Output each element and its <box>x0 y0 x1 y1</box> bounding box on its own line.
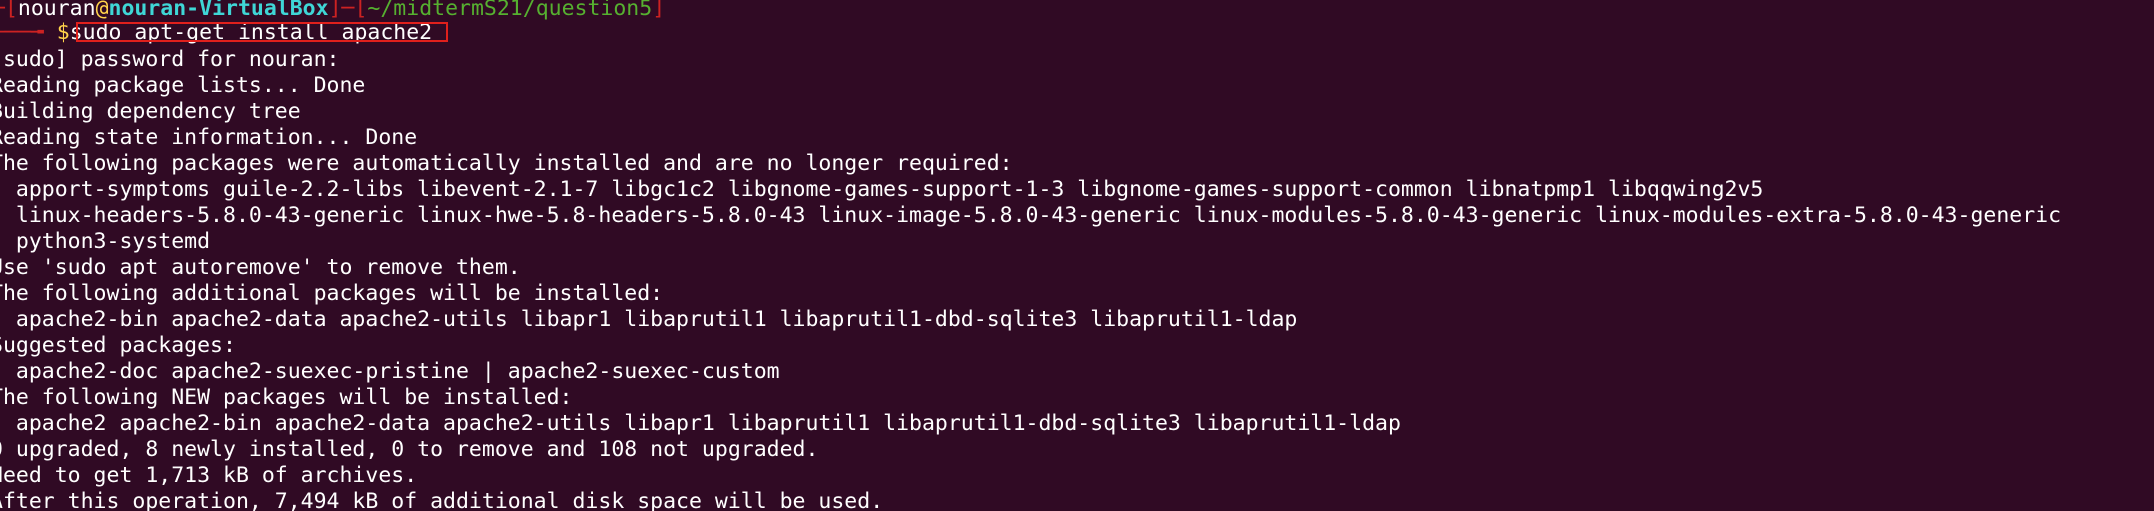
output-line: apache2-doc apache2-suexec-pristine | ap… <box>0 359 780 384</box>
output-line: After this operation, 7,494 kB of additi… <box>0 489 884 511</box>
output-line: Reading package lists... Done <box>0 73 366 98</box>
output-line: python3-systemd <box>0 229 211 254</box>
output-line: 0 upgraded, 8 newly installed, 0 to remo… <box>0 437 819 462</box>
terminal-window[interactable]: ─[nouran@nouran-VirtualBox]─[~/midtermS2… <box>0 0 2154 511</box>
prompt-user: nouran <box>17 0 96 21</box>
output-line: Suggested packages: <box>0 333 236 358</box>
prompt-frame-left: ─[ <box>0 0 18 21</box>
prompt-host: nouran-VirtualBox <box>108 0 329 21</box>
output-line: Reading state information... Done <box>0 125 418 150</box>
prompt-at: @ <box>95 0 109 21</box>
prompt-header: ─[nouran@nouran-VirtualBox]─[~/midtermS2… <box>0 0 665 22</box>
prompt-arrow: └──╼ <box>0 20 44 45</box>
output-line: apport-symptoms guile-2.2-libs libevent-… <box>0 177 1764 202</box>
output-line: Use 'sudo apt autoremove' to remove them… <box>0 255 521 280</box>
prompt-frame-mid: ]─[ <box>328 0 368 21</box>
output-line: The following packages were automaticall… <box>0 151 1013 176</box>
prompt-path: ~/midtermS21/question5 <box>367 0 653 21</box>
output-line: The following additional packages will b… <box>0 281 664 306</box>
prompt-dollar: $ <box>56 20 70 45</box>
output-line: apache2 apache2-bin apache2-data apache2… <box>0 411 1401 436</box>
output-line: The following NEW packages will be insta… <box>0 385 573 410</box>
prompt-frame-right: ] <box>652 0 666 21</box>
command-highlight-box <box>76 22 448 42</box>
output-line: Need to get 1,713 kB of archives. <box>0 463 418 488</box>
output-line: [sudo] password for nouran: <box>0 47 340 72</box>
output-line: Building dependency tree <box>0 99 301 124</box>
output-line: apache2-bin apache2-data apache2-utils l… <box>0 307 1298 332</box>
output-line: linux-headers-5.8.0-43-generic linux-hwe… <box>0 203 2062 228</box>
